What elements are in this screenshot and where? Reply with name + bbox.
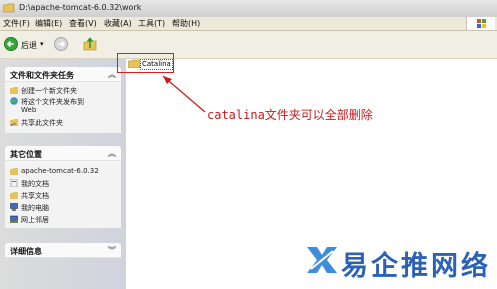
catalina-folder-icon[interactable] xyxy=(128,59,140,68)
details-header[interactable]: 详细信息 ︾ xyxy=(5,243,121,258)
windows-flag-icon xyxy=(477,19,486,28)
my-documents-icon xyxy=(10,179,18,187)
toolbar: 后退 ▾ xyxy=(0,31,497,59)
watermark-logo xyxy=(307,247,337,273)
folder-icon xyxy=(10,168,18,175)
menu-tools[interactable]: 工具(T) xyxy=(138,18,165,29)
menu-view[interactable]: 查看(V) xyxy=(69,18,97,29)
shared-documents-icon xyxy=(10,192,18,199)
details-title: 详细信息 xyxy=(10,247,42,256)
other-places-header[interactable]: 其它位置 ︽ xyxy=(5,146,121,161)
folder-up-icon[interactable] xyxy=(83,36,97,52)
chevron-up-icon[interactable]: ︽ xyxy=(108,148,116,159)
menu-edit[interactable]: 编辑(E) xyxy=(35,18,62,29)
back-arrow-icon[interactable] xyxy=(4,37,18,51)
forward-arrow-icon[interactable] xyxy=(54,37,68,51)
window-title: D:\apache-tomcat-6.0.32\work xyxy=(19,3,142,12)
windows-logo xyxy=(466,17,495,30)
menu-bar: 文件(F) 编辑(E) 查看(V) 收藏(A) 工具(T) 帮助(H) xyxy=(0,17,497,31)
globe-icon xyxy=(10,97,18,105)
network-icon xyxy=(10,215,18,223)
other-places-title: 其它位置 xyxy=(10,150,42,159)
annotation-text: catalina文件夹可以全部删除 xyxy=(207,108,373,122)
task-pane: 文件和文件夹任务 ︽ 创建一个新文件夹 将这个文件夹发布到 Web 共享此文件夹… xyxy=(0,59,126,289)
menu-help[interactable]: 帮助(H) xyxy=(172,18,200,29)
file-tasks-panel: 文件和文件夹任务 ︽ 创建一个新文件夹 将这个文件夹发布到 Web 共享此文件夹 xyxy=(5,67,121,133)
title-bar: D:\apache-tomcat-6.0.32\work xyxy=(0,0,497,18)
catalina-folder-label[interactable]: Catalina xyxy=(140,59,173,70)
back-button-label[interactable]: 后退 xyxy=(21,40,37,51)
menu-file[interactable]: 文件(F) xyxy=(3,18,30,29)
file-tasks-header[interactable]: 文件和文件夹任务 ︽ xyxy=(5,67,121,82)
share-folder-icon xyxy=(10,119,18,126)
new-folder-icon xyxy=(10,87,18,94)
computer-icon xyxy=(10,203,18,211)
back-dropdown-icon[interactable]: ▾ xyxy=(40,40,44,48)
details-panel: 详细信息 ︾ xyxy=(5,243,121,258)
other-places-panel: 其它位置 ︽ apache-tomcat-6.0.32 我的文档 共享文档 我的… xyxy=(5,146,121,228)
watermark-text: 易企推网络 xyxy=(341,251,491,282)
file-tasks-title: 文件和文件夹任务 xyxy=(10,71,74,80)
chevron-up-icon[interactable]: ︽ xyxy=(108,69,116,80)
folder-icon xyxy=(3,3,15,13)
chevron-down-icon[interactable]: ︾ xyxy=(108,245,116,256)
menu-favorites[interactable]: 收藏(A) xyxy=(104,18,132,29)
